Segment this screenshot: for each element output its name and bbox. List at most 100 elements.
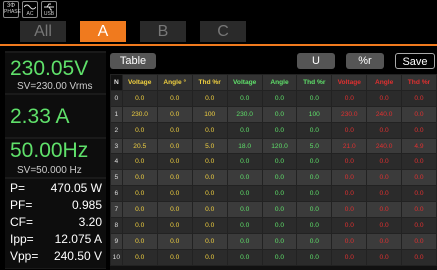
table-cell: 0.0 <box>400 121 437 139</box>
table-cell: 0.0 <box>400 217 437 234</box>
param-label: CF= <box>10 215 34 229</box>
table-cell: 0.0 <box>331 201 368 219</box>
table-cell: 0.0 <box>296 185 333 203</box>
table-cell: 0.0 <box>366 248 402 266</box>
table-cell: 0.0 <box>226 201 263 219</box>
harmonic-order-cell: 0 <box>110 89 123 107</box>
ac-wave-icon: AC <box>22 1 38 18</box>
table-row[interactable]: 1 230.0 0.0 100 230.0 0.0 100 230.0 240.0 0.0 <box>110 105 437 123</box>
table-cell: 120.0 <box>261 137 298 155</box>
harmonics-table: N Voltage Angle ° Thd %r Voltage Angle Thd %r V… <box>110 74 437 266</box>
table-view-button[interactable]: Table <box>110 53 156 69</box>
table-cell: 0.0 <box>191 217 228 234</box>
ac-icon-label: AC <box>26 11 34 17</box>
table-row[interactable]: 6 0.0 0.0 0.0 0.0 0.0 0.0 0.0 0.0 0.0 <box>110 185 437 203</box>
harmonic-order-cell: 1 <box>110 105 123 123</box>
table-cell: 0.0 <box>261 105 298 123</box>
table-cell: 240.0 <box>366 105 402 123</box>
table-cell: 0.0 <box>156 248 193 266</box>
table-cell: 0.0 <box>156 169 193 187</box>
table-cell: 0.0 <box>400 89 437 107</box>
table-cell: 0.0 <box>226 232 263 250</box>
harmonic-order-cell: 9 <box>110 232 123 250</box>
param-row-pf: PF= 0.985 <box>10 198 104 214</box>
table-header-row: N Voltage Angle ° Thd %r Voltage Angle Thd %r V… <box>110 74 437 91</box>
table-cell: 0.0 <box>400 169 437 187</box>
table-cell: 0.0 <box>121 185 158 203</box>
status-bar: 3Φ PHASE AC USB <box>0 0 437 20</box>
table-cell: 21.0 <box>331 137 368 155</box>
table-row[interactable]: 9 0.0 0.0 0.0 0.0 0.0 0.0 0.0 0.0 0.0 <box>110 232 437 250</box>
table-cell: 0.0 <box>121 121 158 139</box>
table-cell: 0.0 <box>400 105 437 123</box>
table-cell: 0.0 <box>156 201 193 219</box>
table-cell: 0.0 <box>191 89 228 107</box>
column-header: Thd %r <box>191 74 228 91</box>
harmonic-order-cell: 7 <box>110 201 123 219</box>
table-cell: 0.0 <box>296 121 333 139</box>
current-readout: 2.33 A <box>5 95 106 137</box>
frequency-readout: 50.00Hz SV=50.000 Hz <box>5 139 106 177</box>
table-cell: 0.0 <box>191 232 228 250</box>
table-cell: 0.0 <box>331 185 368 203</box>
table-cell: 0.0 <box>331 89 368 107</box>
table-row[interactable]: 10 0.0 0.0 0.0 0.0 0.0 0.0 0.0 0.0 0.0 <box>110 248 437 266</box>
table-cell: 0.0 <box>331 217 368 234</box>
frequency-value: 50.00Hz <box>10 139 89 162</box>
harmonic-order-cell: 10 <box>110 248 123 266</box>
table-cell: 0.0 <box>296 248 333 266</box>
table-cell: 0.0 <box>121 217 158 234</box>
harmonic-order-cell: 2 <box>110 121 123 139</box>
table-cell: 0.0 <box>296 232 333 250</box>
param-label: Vpp= <box>10 249 39 263</box>
table-cell: 0.0 <box>121 153 158 171</box>
tab-all[interactable]: All <box>20 21 66 42</box>
table-row[interactable]: 3 20.5 0.0 5.0 18.0 120.0 5.0 21.0 240.0 4.9 <box>110 137 437 155</box>
table-cell: 230.0 <box>331 105 368 123</box>
usb-icon: USB <box>41 1 57 18</box>
tab-c[interactable]: C <box>200 21 246 42</box>
column-header: Angle <box>366 74 402 91</box>
table-cell: 0.0 <box>226 153 263 171</box>
tab-b[interactable]: B <box>140 21 186 42</box>
table-cell: 0.0 <box>366 201 402 219</box>
param-row-power: P= 470.05 W <box>10 181 104 197</box>
table-cell: 0.0 <box>156 121 193 139</box>
table-cell: 0.0 <box>296 169 333 187</box>
table-row[interactable]: 2 0.0 0.0 0.0 0.0 0.0 0.0 0.0 0.0 0.0 <box>110 121 437 139</box>
table-cell: 5.0 <box>191 137 228 155</box>
voltage-value: 230.05V <box>10 57 89 80</box>
table-cell: 0.0 <box>261 201 298 219</box>
harmonic-order-cell: 8 <box>110 217 123 234</box>
table-cell: 4.9 <box>400 137 437 155</box>
param-label: PF= <box>10 198 33 212</box>
u-button[interactable]: U <box>297 53 335 69</box>
table-row[interactable]: 8 0.0 0.0 0.0 0.0 0.0 0.0 0.0 0.0 0.0 <box>110 217 437 234</box>
table-cell: 0.0 <box>121 201 158 219</box>
table-cell: 0.0 <box>296 217 333 234</box>
save-button[interactable]: Save <box>395 53 435 69</box>
table-row[interactable]: 0 0.0 0.0 0.0 0.0 0.0 0.0 0.0 0.0 0.0 <box>110 89 437 107</box>
table-cell: 0.0 <box>121 169 158 187</box>
table-cell: 0.0 <box>261 153 298 171</box>
column-header: Voltage <box>331 74 368 91</box>
table-cell: 0.0 <box>261 217 298 234</box>
table-cell: 0.0 <box>156 137 193 155</box>
table-cell: 0.0 <box>121 232 158 250</box>
frequency-setpoint: SV=50.000 Hz <box>17 165 82 176</box>
table-cell: 100 <box>296 105 333 123</box>
percent-r-button[interactable]: %r <box>346 53 384 69</box>
tab-a[interactable]: A <box>80 21 126 42</box>
table-row[interactable]: 5 0.0 0.0 0.0 0.0 0.0 0.0 0.0 0.0 0.0 <box>110 169 437 187</box>
table-cell: 0.0 <box>191 185 228 203</box>
table-row[interactable]: 7 0.0 0.0 0.0 0.0 0.0 0.0 0.0 0.0 0.0 <box>110 201 437 219</box>
column-header: Thd %r <box>400 74 437 91</box>
table-cell: 0.0 <box>331 169 368 187</box>
table-cell: 0.0 <box>296 153 333 171</box>
table-row[interactable]: 4 0.0 0.0 0.0 0.0 0.0 0.0 0.0 0.0 0.0 <box>110 153 437 171</box>
phase-icon-label: PHASE <box>4 9 21 15</box>
table-cell: 0.0 <box>331 153 368 171</box>
table-cell: 0.0 <box>226 217 263 234</box>
table-cell: 5.0 <box>296 137 333 155</box>
table-cell: 0.0 <box>400 153 437 171</box>
